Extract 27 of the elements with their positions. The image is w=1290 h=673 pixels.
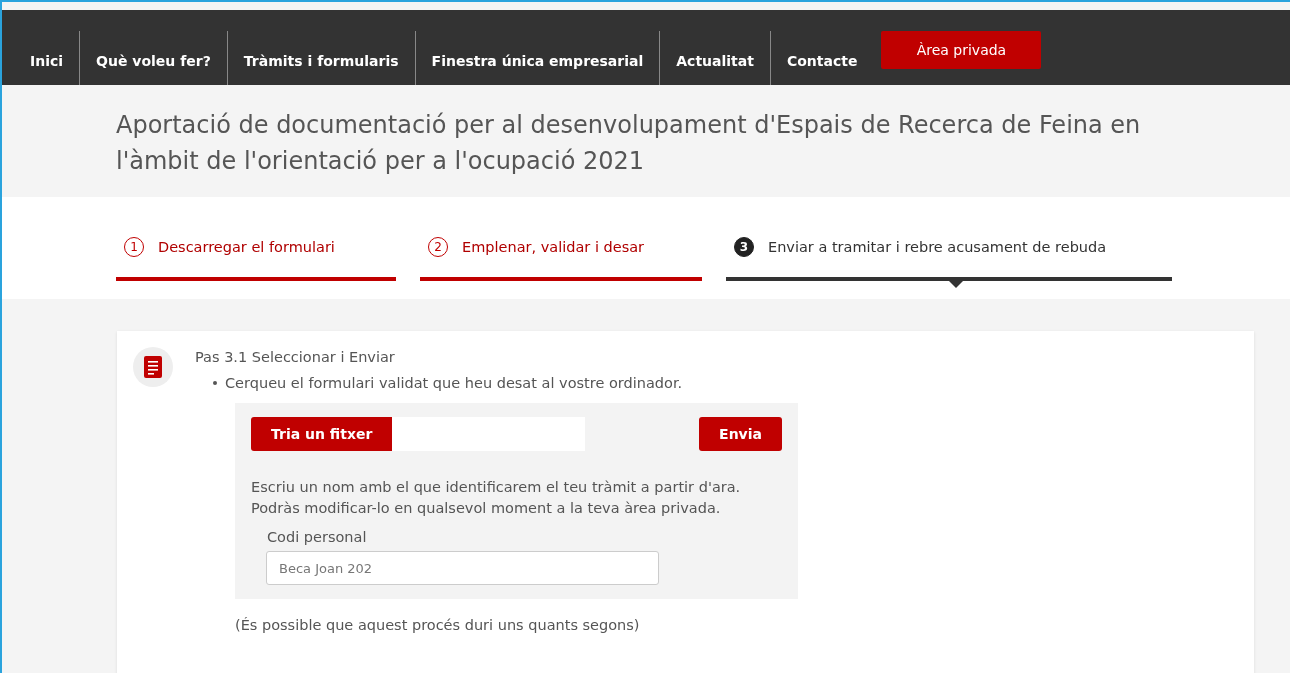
choose-file-button[interactable]: Tria un fitxer [251,417,393,451]
file-name-field[interactable] [392,417,586,451]
step-tab[interactable]: 2 Emplenar, validar i desar [420,229,702,281]
bullet-icon [213,381,217,385]
personal-code-field[interactable]: Beca Joan 202 [266,551,659,585]
page-title: Aportació de documentació per al desenvolupament d'Espais de Recerca de Feina en l'àmbit de l'orientació per a l'ocupació 2021 [116,110,1142,177]
hint-text: Escriu un nom amb el que identificarem el teu tràmit a partir d'ara. Podràs modificar-lo en qualsevol moment a la teva àrea privada. [251,478,742,518]
nav-link[interactable]: Tràmits i formularis [227,31,416,85]
step-heading: Pas 3.1 Seleccionar i Enviar [195,349,396,365]
step-tab[interactable]: 1 Descarregar el formulari [116,229,396,281]
nav-link[interactable]: Contacte [770,31,874,85]
instruction-text: Cerqueu el formulari validat que heu desat al vostre ordinador. [225,375,683,391]
nav-link[interactable]: Què voleu fer? [80,31,228,85]
step-label: Enviar a tramitar i rebre acusament de rebuda [768,239,1107,255]
nav-link[interactable]: Finestra única empresarial [415,31,661,85]
document-icon [133,347,173,387]
step-tab[interactable]: 3 Enviar a tramitar i rebre acusament de rebuda [726,229,1172,281]
nav-link[interactable]: Inici [14,31,81,85]
field-label: Codi personal [267,529,368,545]
step-label: Descarregar el formulari [158,239,335,255]
step-number: 3 [734,237,754,257]
nav-link[interactable]: Actualitat [660,31,771,85]
note-text: (És possible que aquest procés duri uns quants segons) [235,617,641,633]
step-label: Emplenar, validar i desar [462,239,645,255]
send-button[interactable]: Envia [699,417,782,451]
private-area-button[interactable]: Àrea privada [881,31,1042,69]
pointer-icon [949,281,963,288]
